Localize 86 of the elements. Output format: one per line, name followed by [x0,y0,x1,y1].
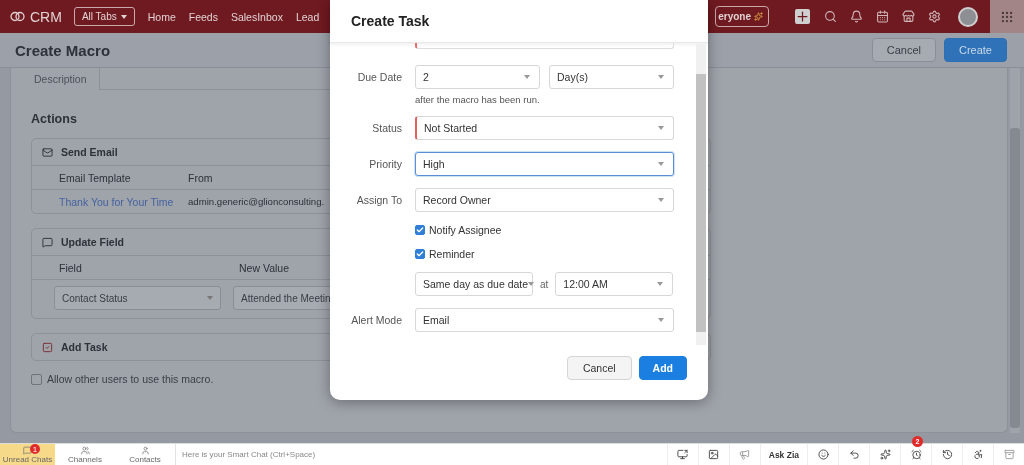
scrollbar[interactable] [696,44,706,345]
column-header: From [188,171,214,184]
nav-link[interactable]: Lead [295,10,320,23]
reminder-select[interactable]: Same day as due date [415,272,533,296]
store-icon[interactable] [902,10,915,23]
action-title: Add Task [61,341,108,353]
smile-icon[interactable] [807,444,838,465]
field-label: Status [371,122,402,134]
caret-icon [658,198,664,202]
add-button[interactable]: Add [638,355,687,380]
column-header: New Value [239,261,290,274]
field-label: Alert Mode [350,314,402,326]
nav-link[interactable]: Home [147,10,176,23]
ask-zia-button[interactable]: Ask Zia [759,444,807,465]
chat-tab-icon [140,445,150,455]
unit-select[interactable]: Day(s) [549,65,674,89]
count-badge: 1 [30,444,40,454]
screen-share-icon[interactable] [666,444,698,465]
number-select[interactable]: 2 [415,65,540,89]
table-cell: admin.generic@glionconsulting. [188,196,325,207]
caret-icon [658,126,664,130]
select-field[interactable]: Not Started [415,116,674,140]
calendar-icon[interactable] [876,10,889,23]
caret-icon [528,282,535,286]
chat-tab-icon [80,445,90,455]
joiner-text: at [540,278,549,290]
caret-icon [658,318,664,322]
scrollbar[interactable] [1010,68,1020,433]
alarm-icon[interactable] [910,449,922,460]
select-field[interactable]: Contact Status [54,286,221,310]
caret-icon [524,75,530,79]
checkbox-label: Notify Assignee [429,224,502,236]
caret-icon [658,162,664,166]
column-header: Email Template [59,171,132,184]
chat-tab[interactable]: Unread Chats 1 [0,444,55,465]
action-title: Update Field [61,236,124,248]
sparkle-icon [754,12,763,21]
time-select[interactable]: 12:00 AM [555,272,674,296]
checkbox[interactable] [415,225,425,235]
caret-icon [658,75,664,79]
caret-icon [657,282,664,286]
select-field[interactable]: Email [415,308,674,332]
add-icon[interactable] [795,9,810,24]
nav-link[interactable]: Feeds [188,10,218,23]
dialog-title: Create Task [351,13,430,29]
avatar[interactable] [958,6,978,27]
filter-chip[interactable]: eryone [715,6,769,27]
column-header: Field [59,261,83,274]
logo-icon [10,11,25,22]
field-label: Description [33,73,88,85]
chat-tab[interactable]: Contacts [115,444,175,465]
field-label: Due Date [356,71,402,83]
checkbox-label: Reminder [429,248,475,260]
section-heading: Actions [31,112,78,126]
all-tabs-button[interactable]: All Tabs [73,7,135,26]
image-icon[interactable] [697,444,729,465]
mail-icon [42,146,53,158]
app-name: CRM [30,8,62,25]
zia-icon[interactable] [869,444,900,465]
chat-tab-icon [23,445,32,455]
history-icon[interactable] [931,444,962,465]
accessibility-icon[interactable] [962,444,993,465]
apps-grid-icon[interactable] [990,0,1024,33]
field-icon [42,236,53,248]
select-field[interactable]: High [415,152,674,176]
nav-link[interactable]: SalesInbox [230,10,283,23]
checkbox[interactable] [31,373,42,385]
cancel-button[interactable]: Cancel [871,38,936,62]
chat-tab[interactable]: Channels [55,444,115,465]
chat-input[interactable]: Here is your Smart Chat (Ctrl+Space) [175,444,667,465]
archive-icon[interactable] [993,444,1024,465]
create-button[interactable]: Create [943,38,1007,62]
cancel-button[interactable]: Cancel [566,355,632,380]
search-icon[interactable] [824,10,837,23]
select-field[interactable]: Record Owner [415,188,674,212]
checkbox-label: Allow other users to use this macro. [47,373,214,385]
field-label: Priority [368,158,402,170]
checkbox[interactable] [415,249,425,259]
action-title: Send Email [61,146,118,158]
undo-icon[interactable] [838,444,869,465]
page-title: Create Macro [15,41,111,59]
field-label: Assign To [355,194,402,206]
hint-text: after the macro has been run. [415,94,541,105]
bell-icon[interactable] [850,10,863,23]
task-icon [42,341,53,353]
settings-icon[interactable] [928,10,941,23]
